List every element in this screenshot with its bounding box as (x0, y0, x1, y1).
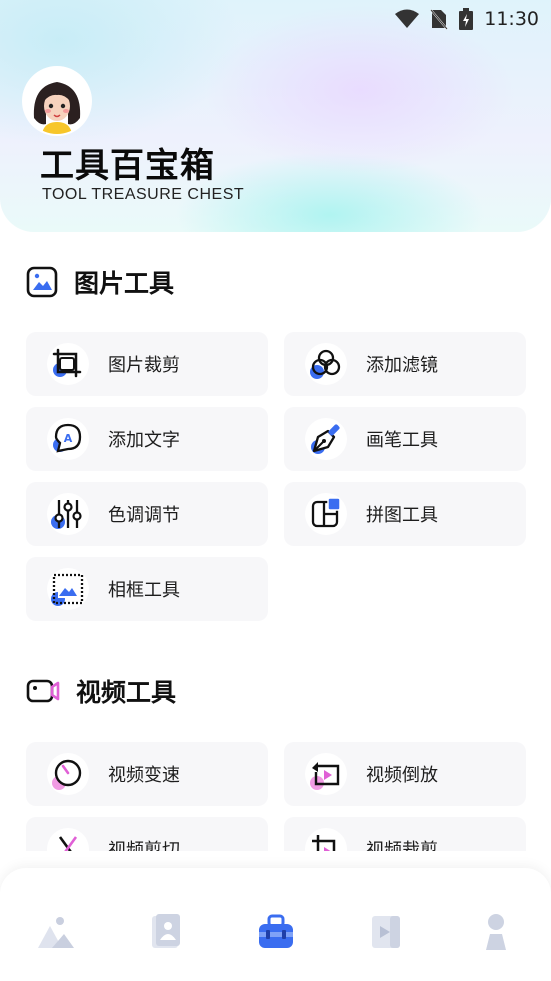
toolbox-icon (259, 914, 293, 948)
frame-icon (46, 567, 90, 611)
tool-label: 拼图工具 (366, 505, 438, 526)
nav-toolbox[interactable] (256, 912, 296, 952)
nav-video[interactable] (366, 912, 406, 952)
home-icon (38, 917, 74, 948)
tool-label: 视频裁剪 (366, 840, 438, 851)
tool-label: 添加文字 (108, 430, 180, 451)
tool-video-reverse[interactable]: 视频倒放 (284, 742, 526, 806)
tool-label: 图片裁剪 (108, 355, 180, 376)
section-video-tools: 视频工具 (26, 673, 176, 709)
collage-icon (304, 492, 348, 536)
tool-image-crop[interactable]: 图片裁剪 (26, 332, 268, 396)
tool-brush[interactable]: 画笔工具 (284, 407, 526, 471)
video-section-icon (26, 679, 60, 703)
crop-icon (46, 342, 90, 386)
tool-video-cut[interactable]: 视频剪切 (26, 817, 268, 851)
tool-label: 视频变速 (108, 765, 180, 786)
app-title: 工具百宝箱 (40, 146, 215, 186)
tool-label: 视频剪切 (108, 840, 180, 851)
bottom-nav (0, 868, 551, 981)
nav-portrait[interactable] (146, 912, 186, 952)
tool-video-crop[interactable]: 视频裁剪 (284, 817, 526, 851)
pen-icon (304, 417, 348, 461)
header-banner: 11:30 工具百宝箱 TOOL TREASURE CHEST (0, 0, 551, 232)
status-time: 11:30 (484, 8, 539, 30)
image-section-icon (26, 266, 58, 298)
reverse-play-icon (304, 752, 348, 796)
tool-add-text[interactable]: A 添加文字 (26, 407, 268, 471)
wifi-icon (395, 9, 420, 28)
tool-label: 色调调节 (108, 505, 180, 526)
tool-video-speed[interactable]: 视频变速 (26, 742, 268, 806)
tool-label: 画笔工具 (366, 430, 438, 451)
nav-profile[interactable] (476, 912, 516, 952)
filter-icon (304, 342, 348, 386)
no-sim-icon (430, 9, 448, 30)
section-title-image: 图片工具 (74, 269, 175, 298)
section-title-video: 视频工具 (76, 678, 177, 707)
scissors-icon (46, 827, 90, 851)
video-crop-icon (304, 827, 348, 851)
tool-tone-adjust[interactable]: 色调调节 (26, 482, 268, 546)
speedometer-icon (46, 752, 90, 796)
status-bar: 11:30 (394, 8, 539, 30)
tool-label: 相框工具 (108, 580, 180, 601)
profile-icon (486, 914, 506, 950)
video-icon (372, 916, 400, 948)
avatar[interactable] (24, 68, 90, 134)
battery-charging-icon (459, 8, 474, 30)
app-subtitle: TOOL TREASURE CHEST (42, 186, 245, 203)
sliders-icon (46, 492, 90, 536)
tool-collage[interactable]: 拼图工具 (284, 482, 526, 546)
section-image-tools: 图片工具 (26, 264, 174, 300)
tool-label: 视频倒放 (366, 765, 438, 786)
tool-label: 添加滤镜 (366, 355, 438, 376)
svg-text:A: A (64, 432, 73, 445)
text-bubble-icon: A (46, 417, 90, 461)
tool-add-filter[interactable]: 添加滤镜 (284, 332, 526, 396)
partial-row-clip: 视频剪切 视频裁剪 (0, 817, 551, 851)
portrait-icon (152, 914, 180, 948)
nav-home[interactable] (36, 912, 76, 952)
tool-photo-frame[interactable]: 相框工具 (26, 557, 268, 621)
